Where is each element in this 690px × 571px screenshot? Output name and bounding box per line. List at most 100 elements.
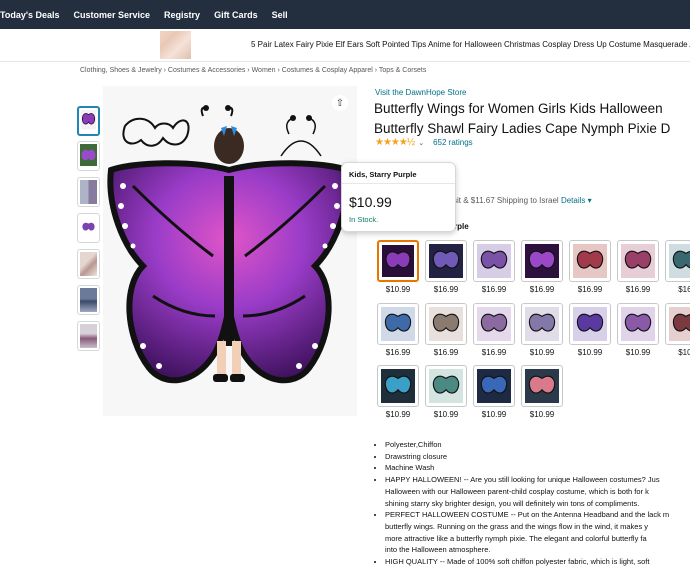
swatch-image (525, 307, 559, 341)
popover-stock-status: In Stock. (349, 215, 379, 224)
nav-registry[interactable]: Registry (164, 10, 200, 20)
swatch-price: $16.99 (481, 285, 507, 294)
swatch-image (382, 245, 414, 277)
color-swatch[interactable] (521, 365, 563, 407)
swatch-price: $10.99 (529, 348, 555, 357)
store-link[interactable]: Visit the DawnHope Store (375, 88, 466, 97)
swatch-price: $16.99 (577, 285, 603, 294)
swatch-price: $16.99 (481, 348, 507, 357)
color-swatch[interactable] (473, 365, 515, 407)
swatch-image (525, 244, 559, 278)
popover-price: $10.99 (349, 194, 392, 210)
color-swatch[interactable] (665, 240, 690, 282)
color-swatch[interactable] (473, 240, 515, 282)
color-label: rple (454, 222, 469, 231)
color-swatch[interactable] (521, 240, 563, 282)
feature-bullet: Polyester,Chiffon (385, 439, 690, 451)
swatch-price: $10.99 (577, 348, 603, 357)
color-swatch[interactable] (425, 240, 467, 282)
breadcrumb[interactable]: Clothing, Shoes & Jewelry › Costumes & A… (80, 67, 426, 74)
swatch-image (621, 307, 655, 341)
color-swatch[interactable] (425, 365, 467, 407)
swatch-image (381, 369, 415, 403)
popover-variant-name: Kids, Starry Purple (342, 163, 455, 184)
product-title-line: Butterfly Shawl Fairy Ladies Cape Nymph … (374, 121, 671, 136)
swatch-price: $16.99 (433, 285, 459, 294)
color-swatch[interactable] (569, 303, 611, 345)
swatch-image (381, 307, 415, 341)
ad-link[interactable]: 5 Pair Latex Fairy Pixie Elf Ears Soft P… (251, 40, 690, 49)
thumbnail-image[interactable] (77, 106, 100, 136)
feature-bullet: butterfly wings. Running on the grass an… (385, 521, 649, 531)
ad-thumbnail[interactable] (160, 31, 191, 59)
color-swatch[interactable] (521, 303, 563, 345)
swatch-image (525, 369, 559, 403)
swatch-image (429, 369, 463, 403)
swatch-price: $10.99 (433, 410, 459, 419)
swatch-image (477, 369, 511, 403)
feature-bullet: Halloween with our Halloween parent-chil… (385, 486, 649, 496)
swatch-image (621, 244, 655, 278)
feature-bullet: Drawstring closure (385, 451, 690, 463)
shipping-details-link[interactable]: Details ▾ (561, 196, 592, 205)
thumbnail-image[interactable] (77, 249, 100, 279)
thumbnail-image[interactable] (77, 285, 100, 315)
color-swatch[interactable] (377, 365, 419, 407)
swatch-image (477, 307, 511, 341)
product-title: Butterfly Wings for Women Girls Kids Hal… (374, 99, 670, 139)
thumbnail-image[interactable] (77, 177, 100, 207)
about-this-item-list: Polyester,ChiffonDrawstring closureMachi… (385, 439, 690, 568)
thumbnail-image[interactable] (77, 321, 100, 351)
swatch-image (669, 307, 690, 341)
swatch-price: $10.99 (529, 410, 555, 419)
swatch-price: $10.99 (481, 410, 507, 419)
butterfly-wings-image (103, 86, 357, 416)
star-rating-icon[interactable]: ★★★★½ (375, 137, 415, 148)
swatch-price: $16.99 (529, 285, 555, 294)
color-swatch[interactable] (377, 303, 419, 345)
swatch-image (669, 244, 690, 278)
feature-bullet: HAPPY HALLOWEEN! -- Are you still lookin… (385, 474, 690, 486)
nav-customer-service[interactable]: Customer Service (74, 10, 151, 20)
feature-bullet: Machine Wash (385, 462, 690, 474)
swatch-price: $10. (678, 348, 690, 357)
color-swatch[interactable] (665, 303, 690, 345)
top-nav: Today's Deals Customer Service Registry … (0, 0, 690, 29)
color-swatch[interactable] (569, 240, 611, 282)
chevron-down-icon[interactable]: ⌄ (418, 139, 424, 147)
swatch-price: $10.99 (385, 410, 411, 419)
color-swatch[interactable] (425, 303, 467, 345)
swatch-image (477, 244, 511, 278)
color-swatch[interactable] (377, 240, 419, 282)
nav-todays-deals[interactable]: Today's Deals (0, 10, 60, 20)
feature-bullet: into the Halloween atmosphere. (385, 545, 491, 555)
shipping-text: sit & $11.67 Shipping to Israel (453, 196, 559, 205)
feature-bullet: HIGH QUALITY -- Made of 100% soft chiffo… (385, 556, 690, 568)
swatch-price: $16.99 (625, 285, 651, 294)
swatch-price: $10.99 (625, 348, 651, 357)
swatch-price: $16. (678, 285, 690, 294)
thumbnail-image[interactable] (77, 141, 100, 171)
swatch-image (573, 307, 607, 341)
swatch-hover-popover: Kids, Starry Purple $10.99 In Stock. (341, 162, 456, 232)
rating-row: ★★★★½ ⌄ 652 ratings (375, 137, 473, 148)
swatch-image (429, 307, 463, 341)
color-swatch[interactable] (473, 303, 515, 345)
share-icon[interactable]: ⇧ (332, 95, 348, 111)
thumbnail-image[interactable] (77, 213, 100, 243)
nav-gift-cards[interactable]: Gift Cards (214, 10, 258, 20)
feature-bullet: more attractive like a butterfly nymph p… (385, 533, 647, 543)
swatch-image (429, 244, 463, 278)
swatch-price: $16.99 (385, 348, 411, 357)
swatch-image (573, 244, 607, 278)
shipping-info: sit & $11.67 Shipping to Israel Details … (453, 196, 592, 205)
feature-bullet: PERFECT HALLOWEEN COSTUME -- Put on the … (385, 509, 690, 521)
nav-sell[interactable]: Sell (272, 10, 288, 20)
product-title-line: Butterfly Wings for Women Girls Kids Hal… (374, 101, 663, 116)
color-swatch[interactable] (617, 240, 659, 282)
feature-bullet: shining starry sky brighter design, you … (385, 498, 640, 508)
main-product-image[interactable] (103, 86, 357, 416)
swatch-price: $10.99 (385, 285, 411, 294)
ratings-count-link[interactable]: 652 ratings (433, 138, 473, 147)
color-swatch[interactable] (617, 303, 659, 345)
